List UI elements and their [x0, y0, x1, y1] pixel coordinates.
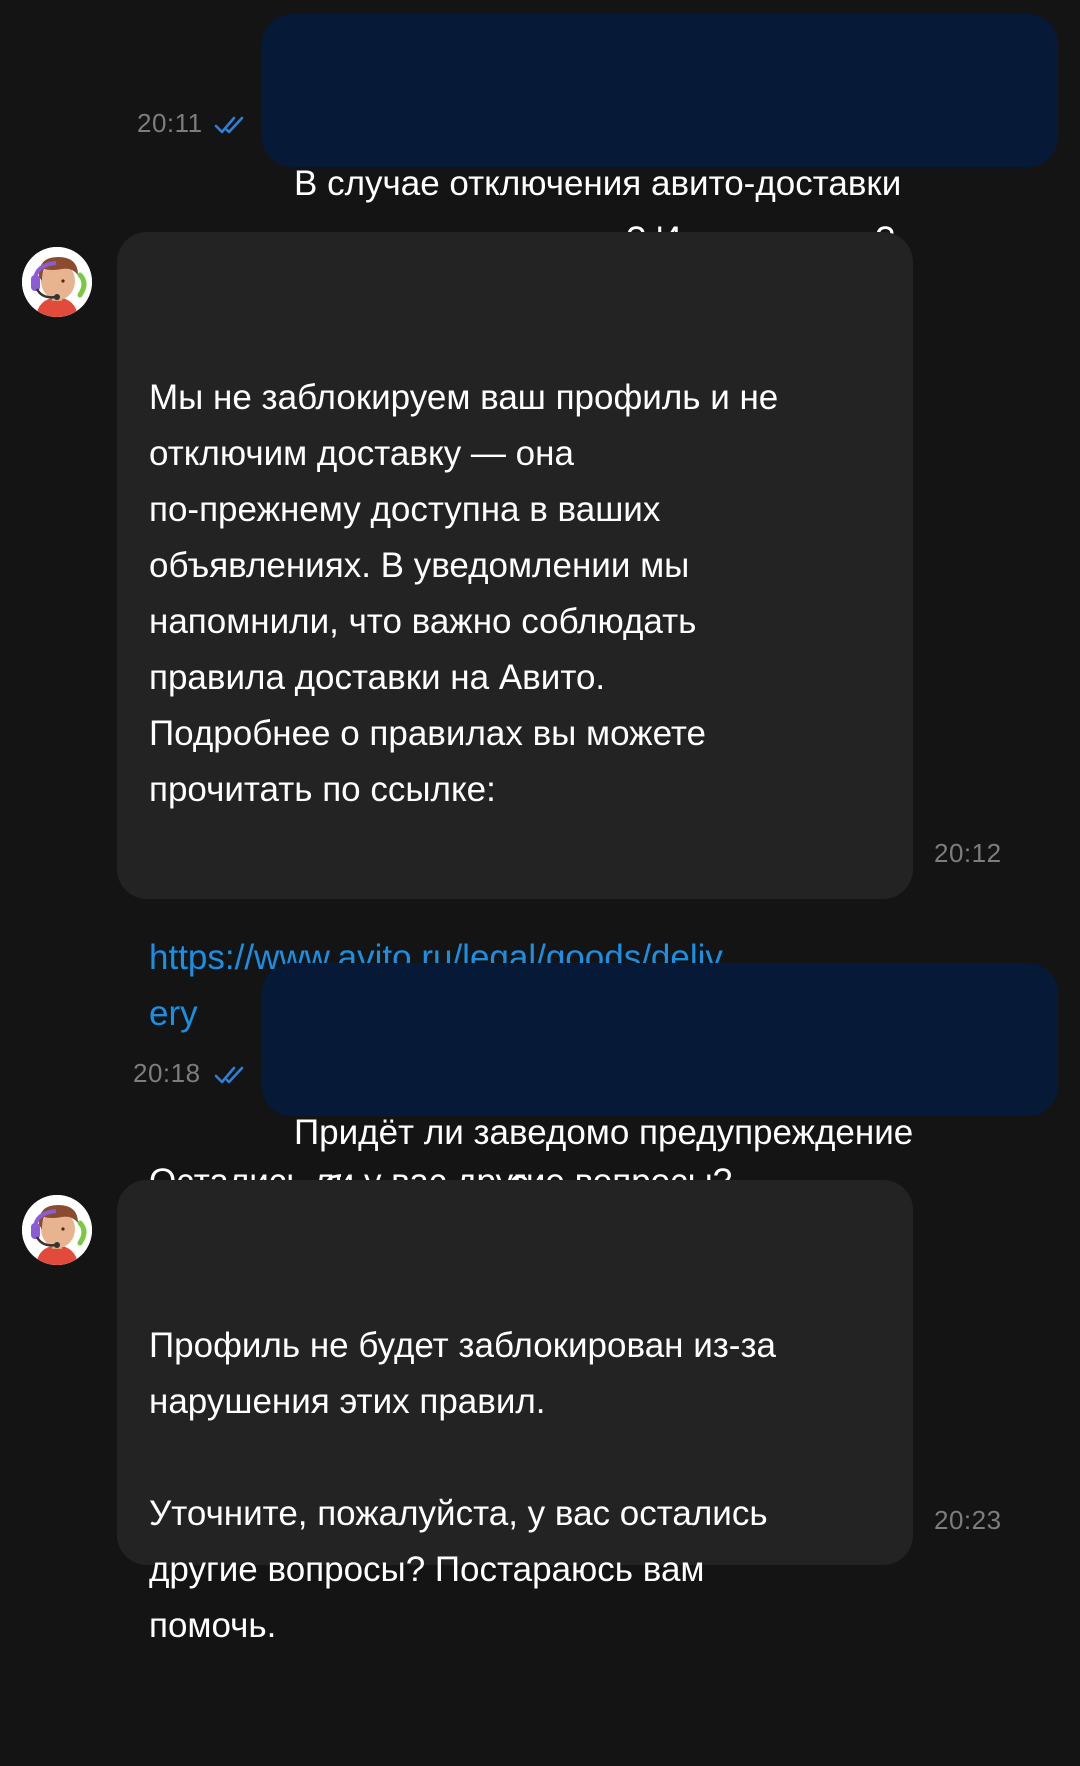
- outgoing-message-bubble[interactable]: В случае отключения авито-доставки это в…: [262, 14, 1058, 259]
- support-agent-avatar-icon[interactable]: [22, 247, 92, 317]
- double-check-icon: [214, 116, 244, 134]
- message-time: 20:23: [934, 1505, 1002, 1535]
- message-text: Профиль не будет заблокирован из-за нару…: [149, 1326, 776, 1645]
- message-time: 20:12: [934, 838, 1002, 868]
- message-time: 20:11: [137, 108, 203, 138]
- incoming-message-bubble[interactable]: Мы не заблокируем ваш профиль и не отклю…: [117, 232, 913, 1201]
- double-check-icon: [214, 1066, 244, 1084]
- chat-thread[interactable]: 20:11 В случае отключения авито-доставки…: [0, 0, 1080, 1645]
- incoming-message-bubble[interactable]: Профиль не будет заблокирован из-за нару…: [117, 1180, 913, 1645]
- message-time: 20:18: [133, 1058, 201, 1088]
- support-agent-avatar-icon[interactable]: [22, 1195, 92, 1265]
- outgoing-message-bubble[interactable]: Придёт ли заведомо предупреждение о блок…: [262, 963, 1058, 1208]
- message-text: Мы не заблокируем ваш профиль и не отклю…: [149, 378, 779, 809]
